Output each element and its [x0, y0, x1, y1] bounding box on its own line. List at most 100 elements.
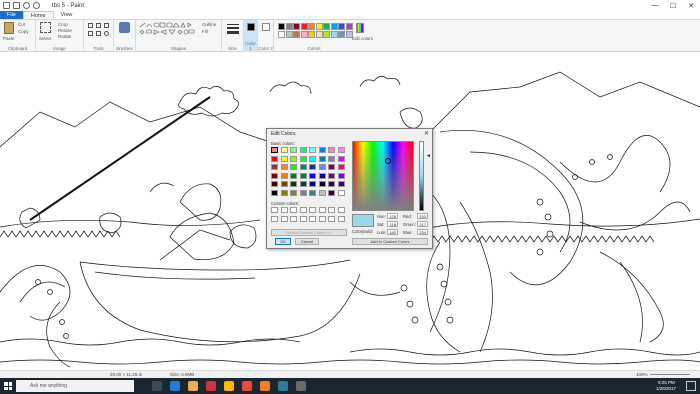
- fill-icon[interactable]: [96, 23, 101, 28]
- basic-color-swatch[interactable]: [318, 147, 326, 153]
- basic-color-swatch[interactable]: [309, 147, 316, 153]
- add-to-custom-colors-button[interactable]: Add to Custom Colors: [352, 238, 428, 245]
- luminance-slider[interactable]: [419, 141, 424, 211]
- paste-icon[interactable]: [4, 22, 14, 34]
- custom-color-swatch[interactable]: [309, 207, 316, 213]
- app-icon-orange[interactable]: [260, 381, 270, 391]
- basic-color-swatch[interactable]: [290, 147, 297, 153]
- spectrum-crosshair-icon[interactable]: [385, 158, 391, 164]
- palette-swatch[interactable]: [315, 31, 323, 38]
- palette-swatch[interactable]: [338, 31, 345, 38]
- basic-color-swatch[interactable]: [318, 189, 326, 196]
- color-picker-icon[interactable]: [96, 31, 101, 36]
- dialog-close-button[interactable]: ✕: [424, 130, 429, 137]
- palette-swatch[interactable]: [315, 23, 323, 30]
- lum-input[interactable]: 180: [387, 229, 398, 235]
- palette-swatch[interactable]: [308, 31, 315, 38]
- task-view-icon[interactable]: [152, 381, 162, 391]
- color1-swatch[interactable]: [247, 23, 255, 31]
- custom-color-swatch[interactable]: [290, 215, 297, 222]
- basic-color-swatch[interactable]: [280, 147, 288, 153]
- rotate-button[interactable]: Rotate: [58, 34, 71, 39]
- basic-color-swatch[interactable]: [337, 181, 345, 187]
- color1-group[interactable]: Color 1: [244, 20, 258, 52]
- fill-button[interactable]: Fill: [202, 29, 208, 34]
- palette-swatch[interactable]: [330, 31, 338, 38]
- ok-button[interactable]: OK: [275, 238, 291, 245]
- basic-color-swatch[interactable]: [280, 181, 288, 187]
- cut-button[interactable]: Cut: [18, 22, 25, 27]
- eraser-icon[interactable]: [88, 31, 93, 36]
- basic-color-swatch[interactable]: [271, 172, 278, 179]
- basic-color-swatch[interactable]: [280, 155, 288, 162]
- basic-color-swatch[interactable]: [299, 189, 307, 196]
- basic-color-swatch[interactable]: [337, 155, 345, 162]
- palette-swatch[interactable]: [300, 23, 308, 30]
- basic-color-swatch[interactable]: [271, 181, 278, 187]
- basic-color-swatch[interactable]: [309, 172, 316, 179]
- palette-swatch[interactable]: [278, 23, 285, 30]
- palette-swatch[interactable]: [293, 23, 300, 30]
- basic-color-swatch[interactable]: [318, 164, 326, 170]
- custom-color-swatch[interactable]: [337, 215, 345, 222]
- custom-color-swatch[interactable]: [318, 207, 326, 213]
- notification-icon[interactable]: [686, 381, 696, 391]
- file-explorer-icon[interactable]: [188, 381, 198, 391]
- basic-color-swatch[interactable]: [280, 189, 288, 196]
- basic-color-swatch[interactable]: [337, 172, 345, 179]
- green-input[interactable]: 217: [417, 221, 428, 227]
- select-button[interactable]: Select: [39, 36, 52, 41]
- clock-time[interactable]: 9:25 PM: [658, 380, 675, 385]
- palette-swatch[interactable]: [345, 23, 353, 30]
- search-box[interactable]: Ask me anything: [16, 380, 134, 392]
- menu-view[interactable]: View: [54, 11, 80, 19]
- edge-icon[interactable]: [170, 381, 180, 391]
- pencil-icon[interactable]: [88, 23, 93, 28]
- app-icon-teal[interactable]: [278, 381, 288, 391]
- chrome-icon[interactable]: [224, 381, 234, 391]
- palette-swatch[interactable]: [323, 31, 330, 38]
- outline-button[interactable]: Outline: [202, 22, 216, 27]
- basic-color-swatch[interactable]: [337, 164, 345, 170]
- color-spectrum[interactable]: [352, 141, 414, 211]
- edit-colors-button[interactable]: Edit colors: [352, 36, 373, 41]
- color2-group[interactable]: Color 2: [258, 20, 274, 52]
- edit-colors-icon[interactable]: [356, 23, 364, 33]
- hue-input[interactable]: 128: [387, 213, 398, 219]
- basic-color-swatch[interactable]: [309, 164, 316, 170]
- custom-color-swatch[interactable]: [309, 215, 316, 222]
- basic-color-swatch[interactable]: [299, 172, 307, 179]
- basic-color-swatch[interactable]: [290, 181, 297, 187]
- basic-color-swatch[interactable]: [328, 147, 335, 153]
- basic-color-swatch[interactable]: [280, 164, 288, 170]
- save-icon[interactable]: [13, 2, 20, 9]
- custom-color-swatch[interactable]: [337, 207, 345, 213]
- palette-swatch[interactable]: [330, 23, 338, 30]
- luminance-arrow-icon[interactable]: ◄: [426, 153, 431, 159]
- menu-home[interactable]: Home: [22, 11, 54, 19]
- drawing-canvas[interactable]: Edit Colors ✕ Basic colors: Custom color…: [0, 52, 700, 370]
- blue-input[interactable]: 234: [417, 229, 428, 235]
- palette-swatch[interactable]: [278, 31, 285, 38]
- maximize-button[interactable]: ☐: [664, 0, 682, 11]
- redo-icon[interactable]: [33, 2, 40, 9]
- basic-color-swatch[interactable]: [309, 155, 316, 162]
- palette-swatch[interactable]: [293, 31, 300, 38]
- basic-color-swatch[interactable]: [328, 164, 335, 170]
- basic-color-swatch[interactable]: [271, 155, 278, 162]
- red-input[interactable]: 153: [417, 213, 428, 219]
- custom-color-swatch[interactable]: [271, 207, 278, 213]
- basic-color-swatch[interactable]: [328, 172, 335, 179]
- custom-color-swatch[interactable]: [299, 207, 307, 213]
- palette-swatch[interactable]: [285, 23, 293, 30]
- basic-color-swatch[interactable]: [318, 155, 326, 162]
- custom-color-swatch[interactable]: [318, 215, 326, 222]
- basic-color-swatch[interactable]: [299, 155, 307, 162]
- basic-color-swatch[interactable]: [290, 164, 297, 170]
- basic-color-swatch[interactable]: [280, 172, 288, 179]
- custom-color-swatch[interactable]: [271, 215, 278, 222]
- shapes-gallery-icon[interactable]: [139, 22, 199, 40]
- palette-swatch[interactable]: [285, 31, 293, 38]
- resize-button[interactable]: Resize: [58, 28, 72, 33]
- zoom-slider[interactable]: [650, 374, 690, 375]
